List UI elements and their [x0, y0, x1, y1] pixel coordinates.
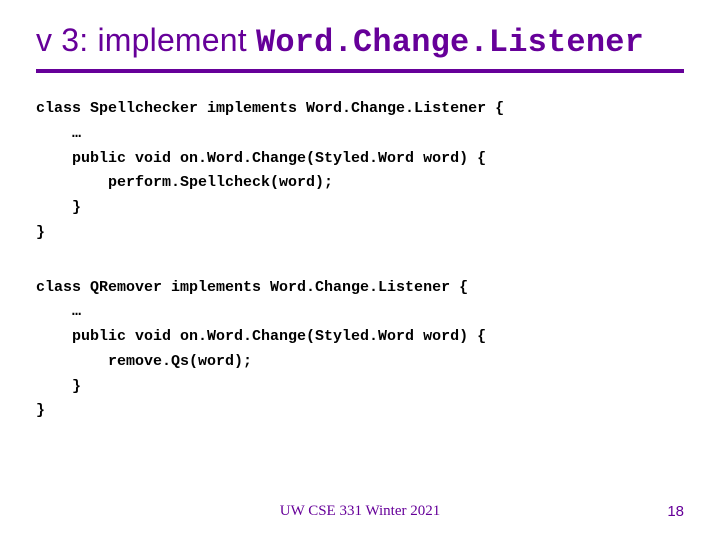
title-prefix: v 3: implement [36, 22, 256, 58]
code-block-spellchecker: class Spellchecker implements Word.Chang… [36, 97, 684, 246]
page-number: 18 [667, 503, 684, 520]
slide-title: v 3: implement Word.Change.Listener [36, 22, 684, 61]
slide: v 3: implement Word.Change.Listener clas… [0, 0, 720, 540]
title-mono: Word.Change.Listener [256, 24, 644, 61]
code-block-qremover: class QRemover implements Word.Change.Li… [36, 276, 684, 425]
footer-text: UW CSE 331 Winter 2021 [0, 503, 720, 520]
title-underline [36, 69, 684, 73]
